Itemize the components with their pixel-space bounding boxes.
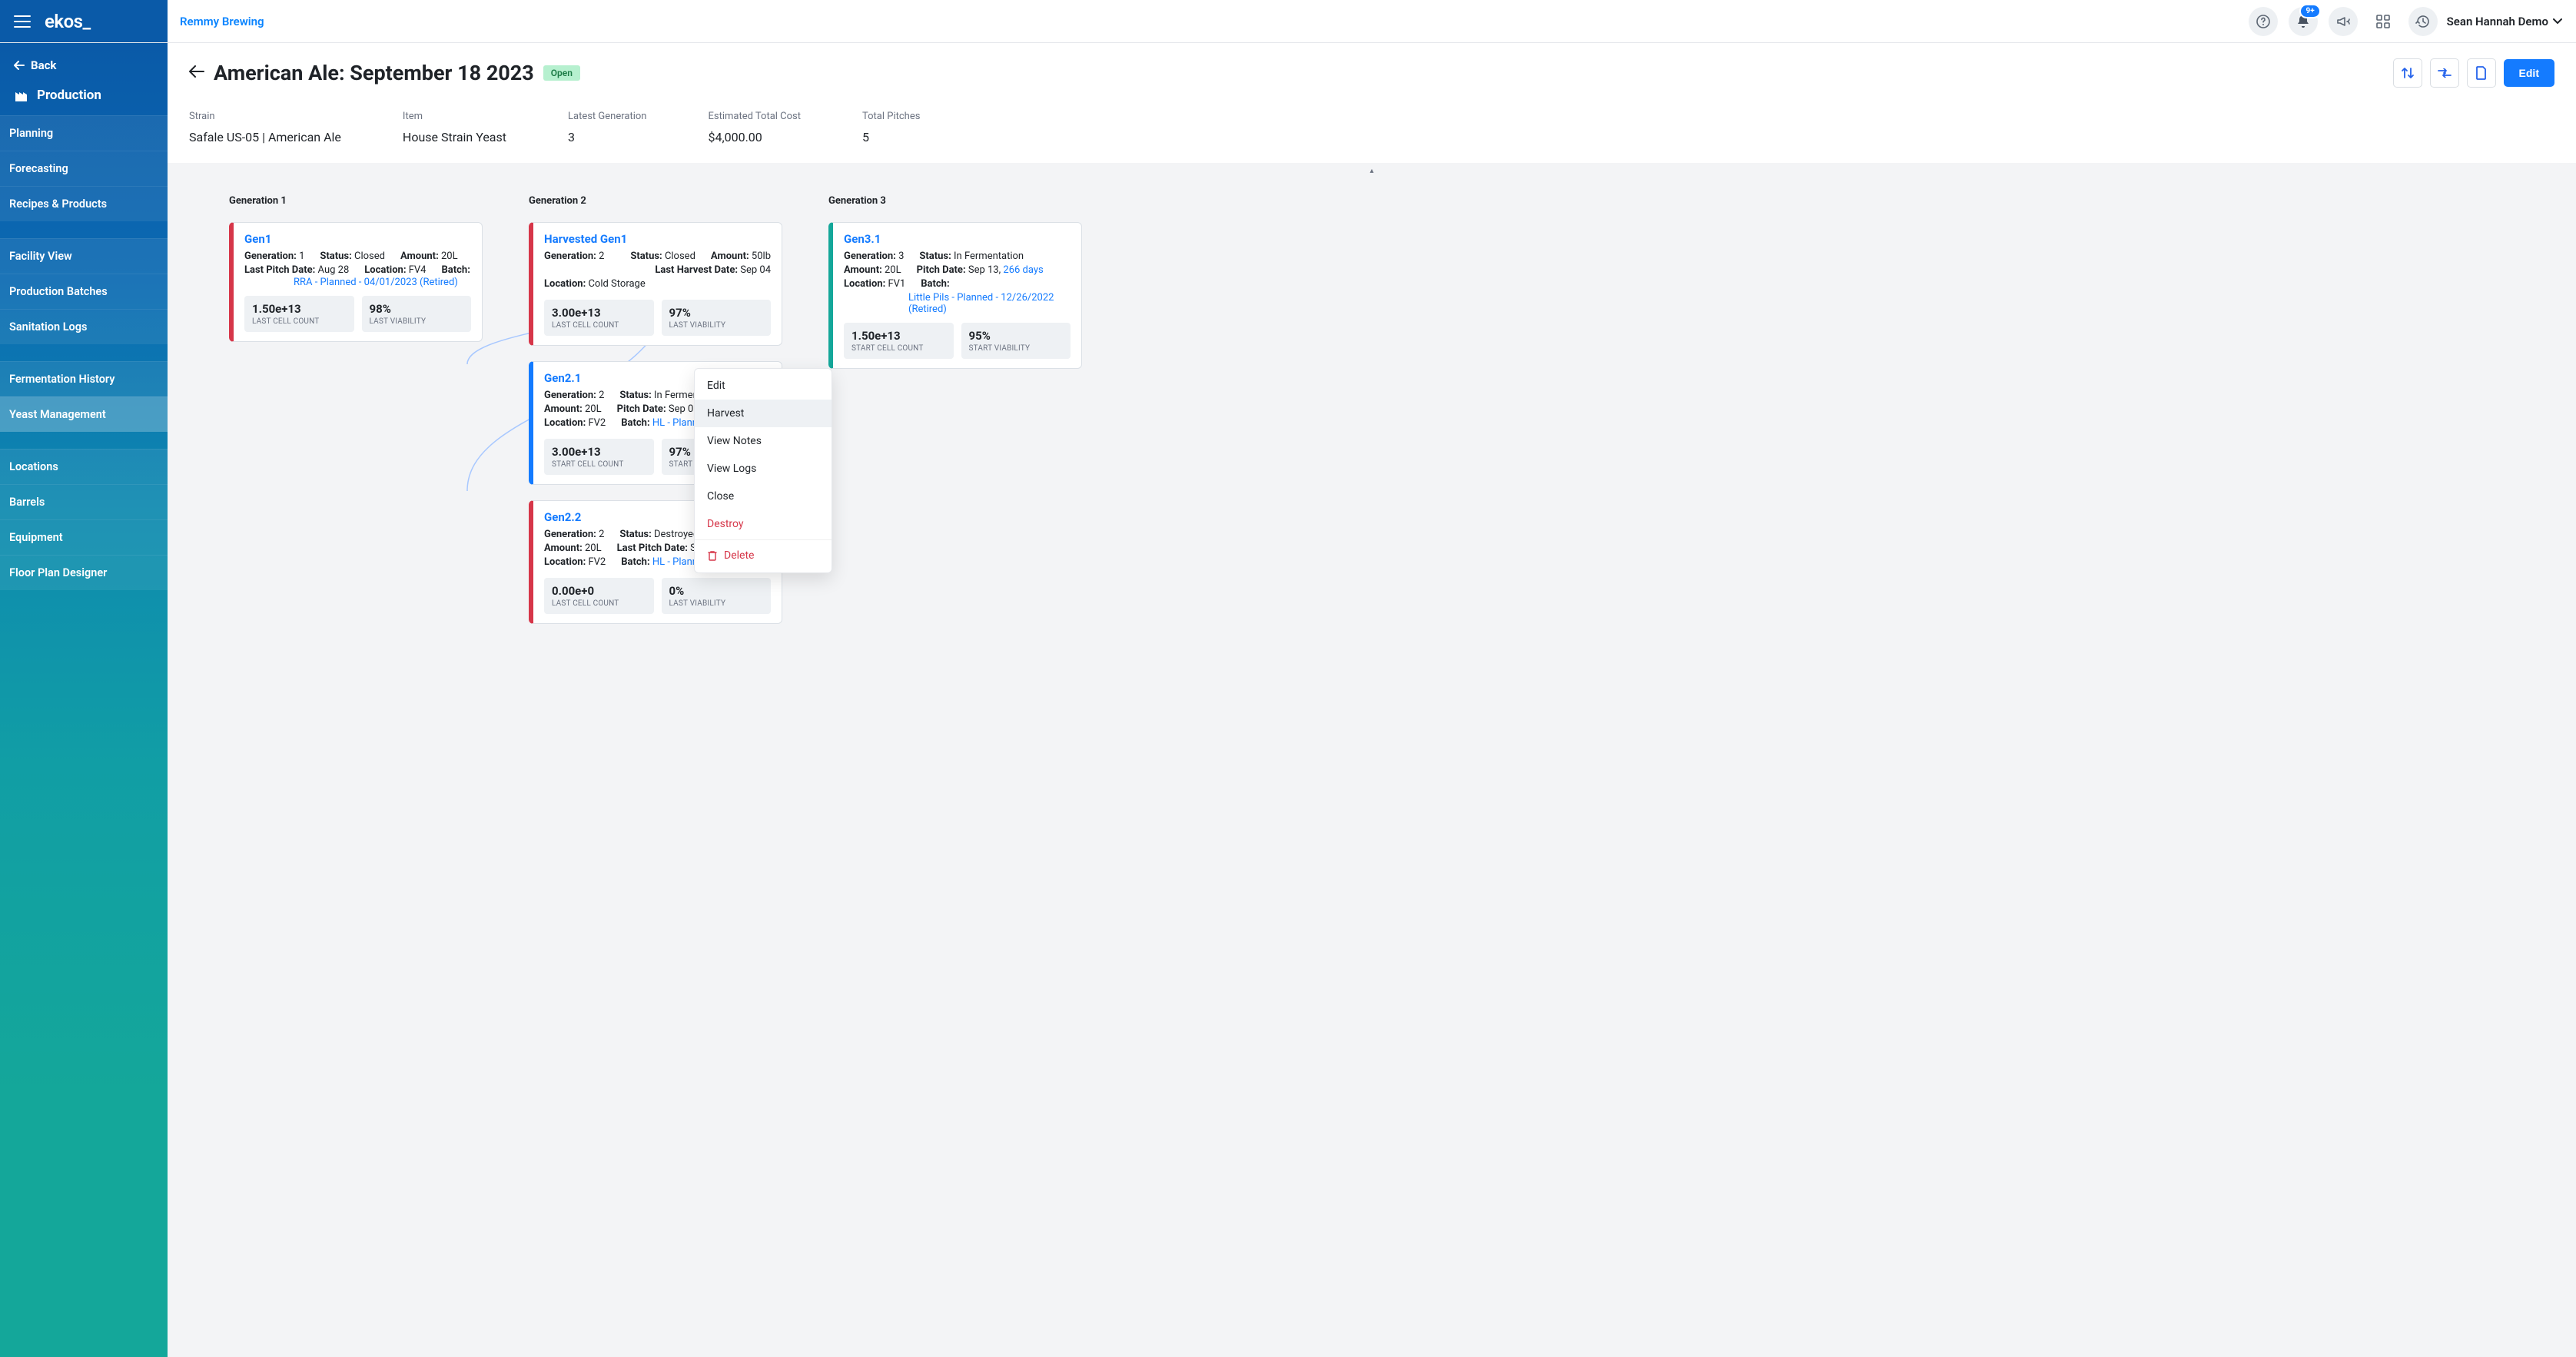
ctx-logs[interactable]: View Logs: [695, 455, 832, 483]
column-gen2: Generation 2 Harvested Gen1 Generation: …: [529, 195, 782, 639]
summary-label-pitches: Total Pitches: [862, 111, 920, 130]
column-title-3: Generation 3: [828, 195, 1082, 207]
arrow-left-icon: [14, 61, 25, 70]
page-header: American Ale: September 18 2023 Open Edi…: [168, 43, 2576, 163]
column-title-1: Generation 1: [229, 195, 483, 207]
sidebar-back[interactable]: Back: [0, 43, 168, 78]
top-bar: ekos_ Remmy Brewing 9+ Sean Hannah Demo: [0, 0, 2576, 43]
brand-block: ekos_: [0, 0, 168, 42]
top-actions: 9+: [2249, 7, 2447, 36]
edit-button[interactable]: Edit: [2504, 59, 2554, 87]
summary-label-strain: Strain: [189, 111, 341, 130]
status-badge: Open: [543, 65, 580, 81]
logo: ekos_: [45, 11, 91, 32]
history-icon[interactable]: [2408, 7, 2438, 36]
context-menu: Edit Harvest View Notes View Logs Close …: [694, 368, 832, 573]
generation-board: Generation 1 Gen1 Generation: 1 Status: …: [168, 172, 2576, 670]
column-gen1: Generation 1 Gen1 Generation: 1 Status: …: [229, 195, 483, 639]
action-split-icon[interactable]: [2393, 58, 2422, 88]
ctx-destroy[interactable]: Destroy: [695, 510, 832, 538]
help-icon[interactable]: [2249, 7, 2278, 36]
sidebar-item-locations[interactable]: Locations: [0, 449, 168, 484]
sidebar-item-yeast[interactable]: Yeast Management: [0, 396, 168, 432]
ctx-edit[interactable]: Edit: [695, 372, 832, 400]
summary-value-cost: $4,000.00: [708, 130, 801, 144]
announcements-icon[interactable]: [2329, 7, 2358, 36]
ctx-delete[interactable]: Delete: [695, 542, 832, 569]
sidebar-item-fermentation[interactable]: Fermentation History: [0, 361, 168, 396]
batch-link[interactable]: RRA - Planned - 04/01/2023 (Retired): [244, 277, 471, 288]
summary-value-gen: 3: [568, 130, 646, 144]
trash-icon: [707, 550, 718, 561]
main-content: American Ale: September 18 2023 Open Edi…: [168, 43, 2576, 670]
card-gen1[interactable]: Gen1 Generation: 1 Status: Closed Amount…: [229, 222, 483, 342]
notifications-icon[interactable]: 9+: [2289, 7, 2318, 36]
chevron-down-icon: [2553, 18, 2562, 25]
column-gen3: Generation 3 Gen3.1 Generation: 3 Status…: [828, 195, 1082, 639]
sidebar: Back Production Planning Forecasting Rec…: [0, 43, 168, 1357]
summary-value-pitches: 5: [862, 130, 920, 144]
summary-label-item: Item: [403, 111, 506, 130]
summary-label-gen: Latest Generation: [568, 111, 646, 130]
sidebar-item-barrels[interactable]: Barrels: [0, 484, 168, 519]
page-title: American Ale: September 18 2023: [214, 61, 534, 85]
column-title-2: Generation 2: [529, 195, 782, 207]
card-gen31[interactable]: Gen3.1 Generation: 3 Status: In Fermenta…: [828, 222, 1082, 369]
summary-label-cost: Estimated Total Cost: [708, 111, 801, 130]
production-icon: [14, 88, 29, 103]
card-title: Gen3.1: [844, 232, 1071, 246]
notifications-badge: 9+: [2299, 4, 2320, 18]
card-title: Harvested Gen1: [544, 232, 771, 246]
apps-icon[interactable]: [2369, 7, 2398, 36]
user-menu[interactable]: Sean Hannah Demo: [2447, 15, 2576, 28]
sidebar-item-batches[interactable]: Production Batches: [0, 274, 168, 309]
sidebar-section: Production: [0, 78, 168, 115]
sidebar-section-label: Production: [37, 88, 101, 103]
summary-row: StrainSafale US-05 | American Ale ItemHo…: [189, 111, 2554, 163]
batch-link[interactable]: Little Pils - Planned - 12/26/2022 (Reti…: [844, 292, 1071, 315]
card-title: Gen1: [244, 232, 471, 246]
user-name: Sean Hannah Demo: [2447, 15, 2548, 28]
summary-value-item: House Strain Yeast: [403, 130, 506, 144]
collapse-caret[interactable]: [168, 163, 2576, 172]
ctx-harvest[interactable]: Harvest: [695, 400, 832, 427]
back-arrow-icon[interactable]: [189, 65, 204, 81]
menu-icon[interactable]: [14, 15, 31, 28]
sidebar-back-label: Back: [31, 58, 56, 72]
card-harvested-gen1[interactable]: Harvested Gen1 Generation: 2 Status: Clo…: [529, 222, 782, 346]
sidebar-item-facility[interactable]: Facility View: [0, 238, 168, 274]
ctx-notes[interactable]: View Notes: [695, 427, 832, 455]
action-document-icon[interactable]: [2467, 58, 2496, 88]
sidebar-item-forecasting[interactable]: Forecasting: [0, 151, 168, 186]
action-transfer-icon[interactable]: [2430, 58, 2459, 88]
company-link[interactable]: Remmy Brewing: [168, 15, 264, 28]
sidebar-item-recipes[interactable]: Recipes & Products: [0, 186, 168, 221]
ctx-close[interactable]: Close: [695, 483, 832, 510]
sidebar-item-floorplan[interactable]: Floor Plan Designer: [0, 555, 168, 590]
sidebar-item-equipment[interactable]: Equipment: [0, 519, 168, 555]
sidebar-item-sanitation[interactable]: Sanitation Logs: [0, 309, 168, 344]
summary-value-strain: Safale US-05 | American Ale: [189, 130, 341, 144]
sidebar-item-planning[interactable]: Planning: [0, 115, 168, 151]
